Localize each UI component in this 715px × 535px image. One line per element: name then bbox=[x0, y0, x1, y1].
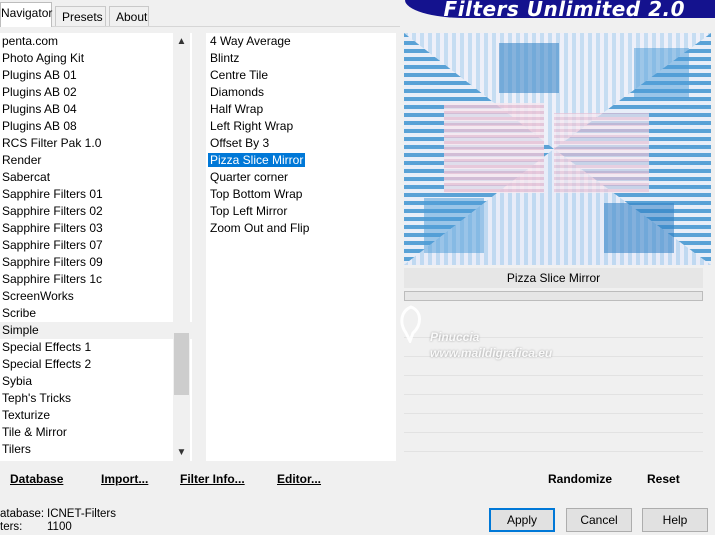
scroll-thumb[interactable] bbox=[174, 333, 189, 395]
filter-item[interactable]: Half Wrap bbox=[206, 101, 396, 118]
category-item[interactable]: Sapphire Filters 07 bbox=[0, 237, 192, 254]
category-item[interactable]: Sapphire Filters 09 bbox=[0, 254, 192, 271]
filter-item[interactable]: Diamonds bbox=[206, 84, 396, 101]
filter-item[interactable]: Quarter corner bbox=[206, 169, 396, 186]
filter-item-label: Diamonds bbox=[210, 85, 265, 99]
cancel-button[interactable]: Cancel bbox=[566, 508, 632, 532]
category-item[interactable]: Sybia bbox=[0, 373, 192, 390]
filter-item-label: Left Right Wrap bbox=[210, 119, 294, 133]
category-item[interactable]: Render bbox=[0, 152, 192, 169]
tab-divider bbox=[0, 26, 400, 27]
filter-item[interactable]: Centre Tile bbox=[206, 67, 396, 84]
filter-item[interactable]: Left Right Wrap bbox=[206, 118, 396, 135]
category-item[interactable]: ScreenWorks bbox=[0, 288, 192, 305]
category-item[interactable]: penta.com bbox=[0, 33, 192, 50]
filter-item[interactable]: Offset By 3 bbox=[206, 135, 396, 152]
divider bbox=[404, 375, 703, 376]
filter-item-label: 4 Way Average bbox=[210, 34, 291, 48]
category-item[interactable]: Sapphire Filters 02 bbox=[0, 203, 192, 220]
scroll-up-icon[interactable]: ▲ bbox=[173, 33, 190, 50]
filter-item[interactable]: Top Bottom Wrap bbox=[206, 186, 396, 203]
category-item[interactable]: Plugins AB 08 bbox=[0, 118, 192, 135]
filter-item-label: Top Bottom Wrap bbox=[210, 187, 303, 201]
filter-list-panel: 4 Way Average Blintz Centre Tile Diamonds Ha… bbox=[206, 33, 396, 461]
preview-filter-name: Pizza Slice Mirror bbox=[404, 268, 703, 288]
editor-button[interactable]: Editor... bbox=[277, 472, 321, 486]
filter-item-label: Zoom Out and Flip bbox=[210, 221, 310, 235]
filter-list[interactable]: 4 Way Average Blintz Centre Tile Diamonds Ha… bbox=[206, 33, 396, 237]
filter-item-label: Half Wrap bbox=[210, 102, 264, 116]
filter-item[interactable]: Pizza Slice Mirror bbox=[206, 152, 396, 169]
tab-navigator[interactable]: Navigator bbox=[0, 2, 52, 27]
category-item[interactable]: Special Effects 1 bbox=[0, 339, 192, 356]
watermark-line2: www.maildigrafica.eu bbox=[430, 346, 553, 360]
filters-label: ters: bbox=[0, 521, 23, 533]
filters-value: 1100 bbox=[47, 521, 72, 533]
filter-item-label: Pizza Slice Mirror bbox=[208, 153, 306, 167]
filter-item[interactable]: 4 Way Average bbox=[206, 33, 396, 50]
database-value: ICNET-Filters bbox=[47, 508, 116, 520]
divider bbox=[404, 413, 703, 414]
filter-item-label: Quarter corner bbox=[210, 170, 289, 184]
database-label: atabase: bbox=[0, 508, 45, 520]
progress-bar bbox=[404, 291, 703, 301]
category-item[interactable]: Tile & Mirror bbox=[0, 424, 192, 441]
filter-item[interactable]: Zoom Out and Flip bbox=[206, 220, 396, 237]
category-item[interactable]: Plugins AB 02 bbox=[0, 84, 192, 101]
divider bbox=[404, 432, 703, 433]
category-item[interactable]: Teph's Tricks bbox=[0, 390, 192, 407]
app-title: Filters Unlimited 2.0 bbox=[443, 0, 685, 21]
apply-button[interactable]: Apply bbox=[489, 508, 555, 532]
category-item[interactable]: Scribe bbox=[0, 305, 192, 322]
scroll-down-icon[interactable]: ▼ bbox=[173, 444, 190, 461]
database-info: atabase: ICNET-Filters bbox=[0, 508, 116, 520]
category-list-panel: penta.com Photo Aging Kit Plugins AB 01 Plu… bbox=[0, 33, 192, 461]
filter-item[interactable]: Top Left Mirror bbox=[206, 203, 396, 220]
category-item[interactable]: Sapphire Filters 01 bbox=[0, 186, 192, 203]
filter-info-button[interactable]: Filter Info... bbox=[180, 472, 245, 486]
filter-item[interactable]: Blintz bbox=[206, 50, 396, 67]
randomize-button[interactable]: Randomize bbox=[548, 472, 612, 486]
reset-button[interactable]: Reset bbox=[647, 472, 680, 486]
category-item[interactable]: Sapphire Filters 03 bbox=[0, 220, 192, 237]
filter-item-label: Blintz bbox=[210, 51, 240, 65]
help-button[interactable]: Help bbox=[642, 508, 708, 532]
database-button[interactable]: Database bbox=[10, 472, 63, 486]
category-item[interactable]: Sapphire Filters 1c bbox=[0, 271, 192, 288]
category-item[interactable]: Tilers bbox=[0, 441, 192, 458]
category-item[interactable]: Special Effects 2 bbox=[0, 356, 192, 373]
preview-image bbox=[404, 33, 711, 265]
category-item[interactable]: Sabercat bbox=[0, 169, 192, 186]
watermark: Pinuccia www.maildigrafica.eu bbox=[430, 330, 552, 360]
filter-item-label: Centre Tile bbox=[210, 68, 269, 82]
app-banner: Filters Unlimited 2.0 bbox=[405, 0, 715, 21]
category-item[interactable]: Simple bbox=[0, 322, 192, 339]
category-item[interactable]: Toadies bbox=[0, 458, 192, 461]
category-scrollbar[interactable]: ▲ ▼ bbox=[173, 33, 190, 461]
tab-about[interactable]: About bbox=[109, 6, 149, 26]
filter-item-label: Offset By 3 bbox=[210, 136, 270, 150]
category-item[interactable]: Plugins AB 04 bbox=[0, 101, 192, 118]
import-button[interactable]: Import... bbox=[101, 472, 148, 486]
category-item[interactable]: Plugins AB 01 bbox=[0, 67, 192, 84]
filter-item-label: Top Left Mirror bbox=[210, 204, 288, 218]
category-list[interactable]: penta.com Photo Aging Kit Plugins AB 01 Plu… bbox=[0, 33, 192, 461]
filters-info: ters: 1100 bbox=[0, 521, 72, 533]
divider bbox=[404, 451, 703, 452]
divider bbox=[404, 394, 703, 395]
watermark-logo-icon bbox=[400, 305, 421, 343]
parameter-area bbox=[404, 303, 703, 462]
category-item[interactable]: Texturize bbox=[0, 407, 192, 424]
tab-presets[interactable]: Presets bbox=[55, 6, 106, 26]
category-item[interactable]: RCS Filter Pak 1.0 bbox=[0, 135, 192, 152]
watermark-line1: Pinuccia bbox=[430, 330, 480, 344]
tab-bar: Navigator Presets About bbox=[0, 0, 400, 27]
category-item[interactable]: Photo Aging Kit bbox=[0, 50, 192, 67]
